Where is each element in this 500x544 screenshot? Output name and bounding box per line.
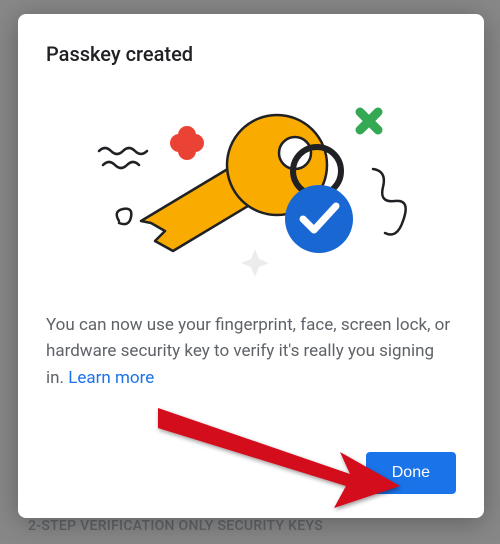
passkey-created-dialog: Passkey created	[18, 14, 484, 518]
key-illustration	[46, 86, 456, 286]
learn-more-link[interactable]: Learn more	[68, 368, 154, 388]
key-illustration-svg	[81, 91, 421, 281]
dialog-actions: Done	[46, 452, 456, 494]
dialog-body: You can now use your fingerprint, face, …	[46, 312, 456, 391]
dialog-title: Passkey created	[46, 42, 456, 66]
done-button[interactable]: Done	[366, 452, 456, 494]
backdrop-security-keys-label: 2-STEP VERIFICATION ONLY SECURITY KEYS	[28, 518, 323, 534]
